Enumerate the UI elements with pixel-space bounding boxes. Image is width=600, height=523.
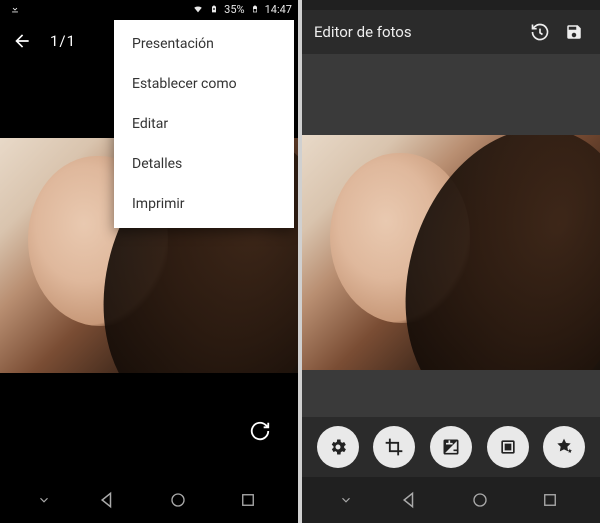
menu-item-label: Establecer como <box>132 76 237 92</box>
tool-settings[interactable] <box>317 426 359 468</box>
menu-item-edit[interactable]: Editar <box>114 104 294 144</box>
nav-recent-button[interactable] <box>228 480 268 520</box>
status-bar: 35% 14:47 <box>0 0 298 18</box>
status-bar <box>302 0 600 10</box>
gallery-viewer-screen: 35% 14:47 1/1 Presentación Establecer co… <box>0 0 298 523</box>
menu-item-print[interactable]: Imprimir <box>114 184 294 224</box>
photo-editor-screen: Editor de fotos <box>302 0 600 523</box>
save-button[interactable] <box>560 18 588 46</box>
nav-expand-button[interactable] <box>30 480 58 520</box>
back-button[interactable] <box>12 31 32 51</box>
menu-item-label: Imprimir <box>132 196 185 212</box>
download-status-icon <box>10 4 20 14</box>
clock: 14:47 <box>265 3 292 16</box>
editor-appbar: Editor de fotos <box>302 10 600 54</box>
rotate-button[interactable] <box>246 417 274 445</box>
overflow-menu: Presentación Establecer como Editar Deta… <box>114 20 294 228</box>
nav-expand-button[interactable] <box>332 480 360 520</box>
wifi-icon <box>192 4 204 14</box>
menu-item-label: Detalles <box>132 156 182 172</box>
nav-home-button[interactable] <box>158 480 198 520</box>
nav-recent-button[interactable] <box>530 480 570 520</box>
undo-history-button[interactable] <box>526 18 554 46</box>
menu-item-presentation[interactable]: Presentación <box>114 24 294 64</box>
photo-preview <box>302 135 600 370</box>
tool-exposure[interactable] <box>430 426 472 468</box>
menu-item-set-as[interactable]: Establecer como <box>114 64 294 104</box>
nav-back-button[interactable] <box>88 480 128 520</box>
tool-effects[interactable] <box>543 426 585 468</box>
menu-item-label: Presentación <box>132 36 214 52</box>
menu-item-label: Editar <box>132 116 168 132</box>
nav-home-button[interactable] <box>460 480 500 520</box>
tool-frame[interactable] <box>487 426 529 468</box>
editor-title: Editor de fotos <box>314 23 520 41</box>
page-counter: 1/1 <box>50 32 76 50</box>
editor-canvas[interactable] <box>302 54 600 417</box>
battery-icon <box>251 3 259 15</box>
battery-percent: 35% <box>224 3 244 16</box>
system-nav-bar <box>0 477 298 523</box>
editor-toolbar <box>302 417 600 477</box>
nav-back-button[interactable] <box>390 480 430 520</box>
menu-item-details[interactable]: Detalles <box>114 144 294 184</box>
tool-crop[interactable] <box>373 426 415 468</box>
system-nav-bar <box>302 477 600 523</box>
battery-saver-icon <box>210 3 218 15</box>
